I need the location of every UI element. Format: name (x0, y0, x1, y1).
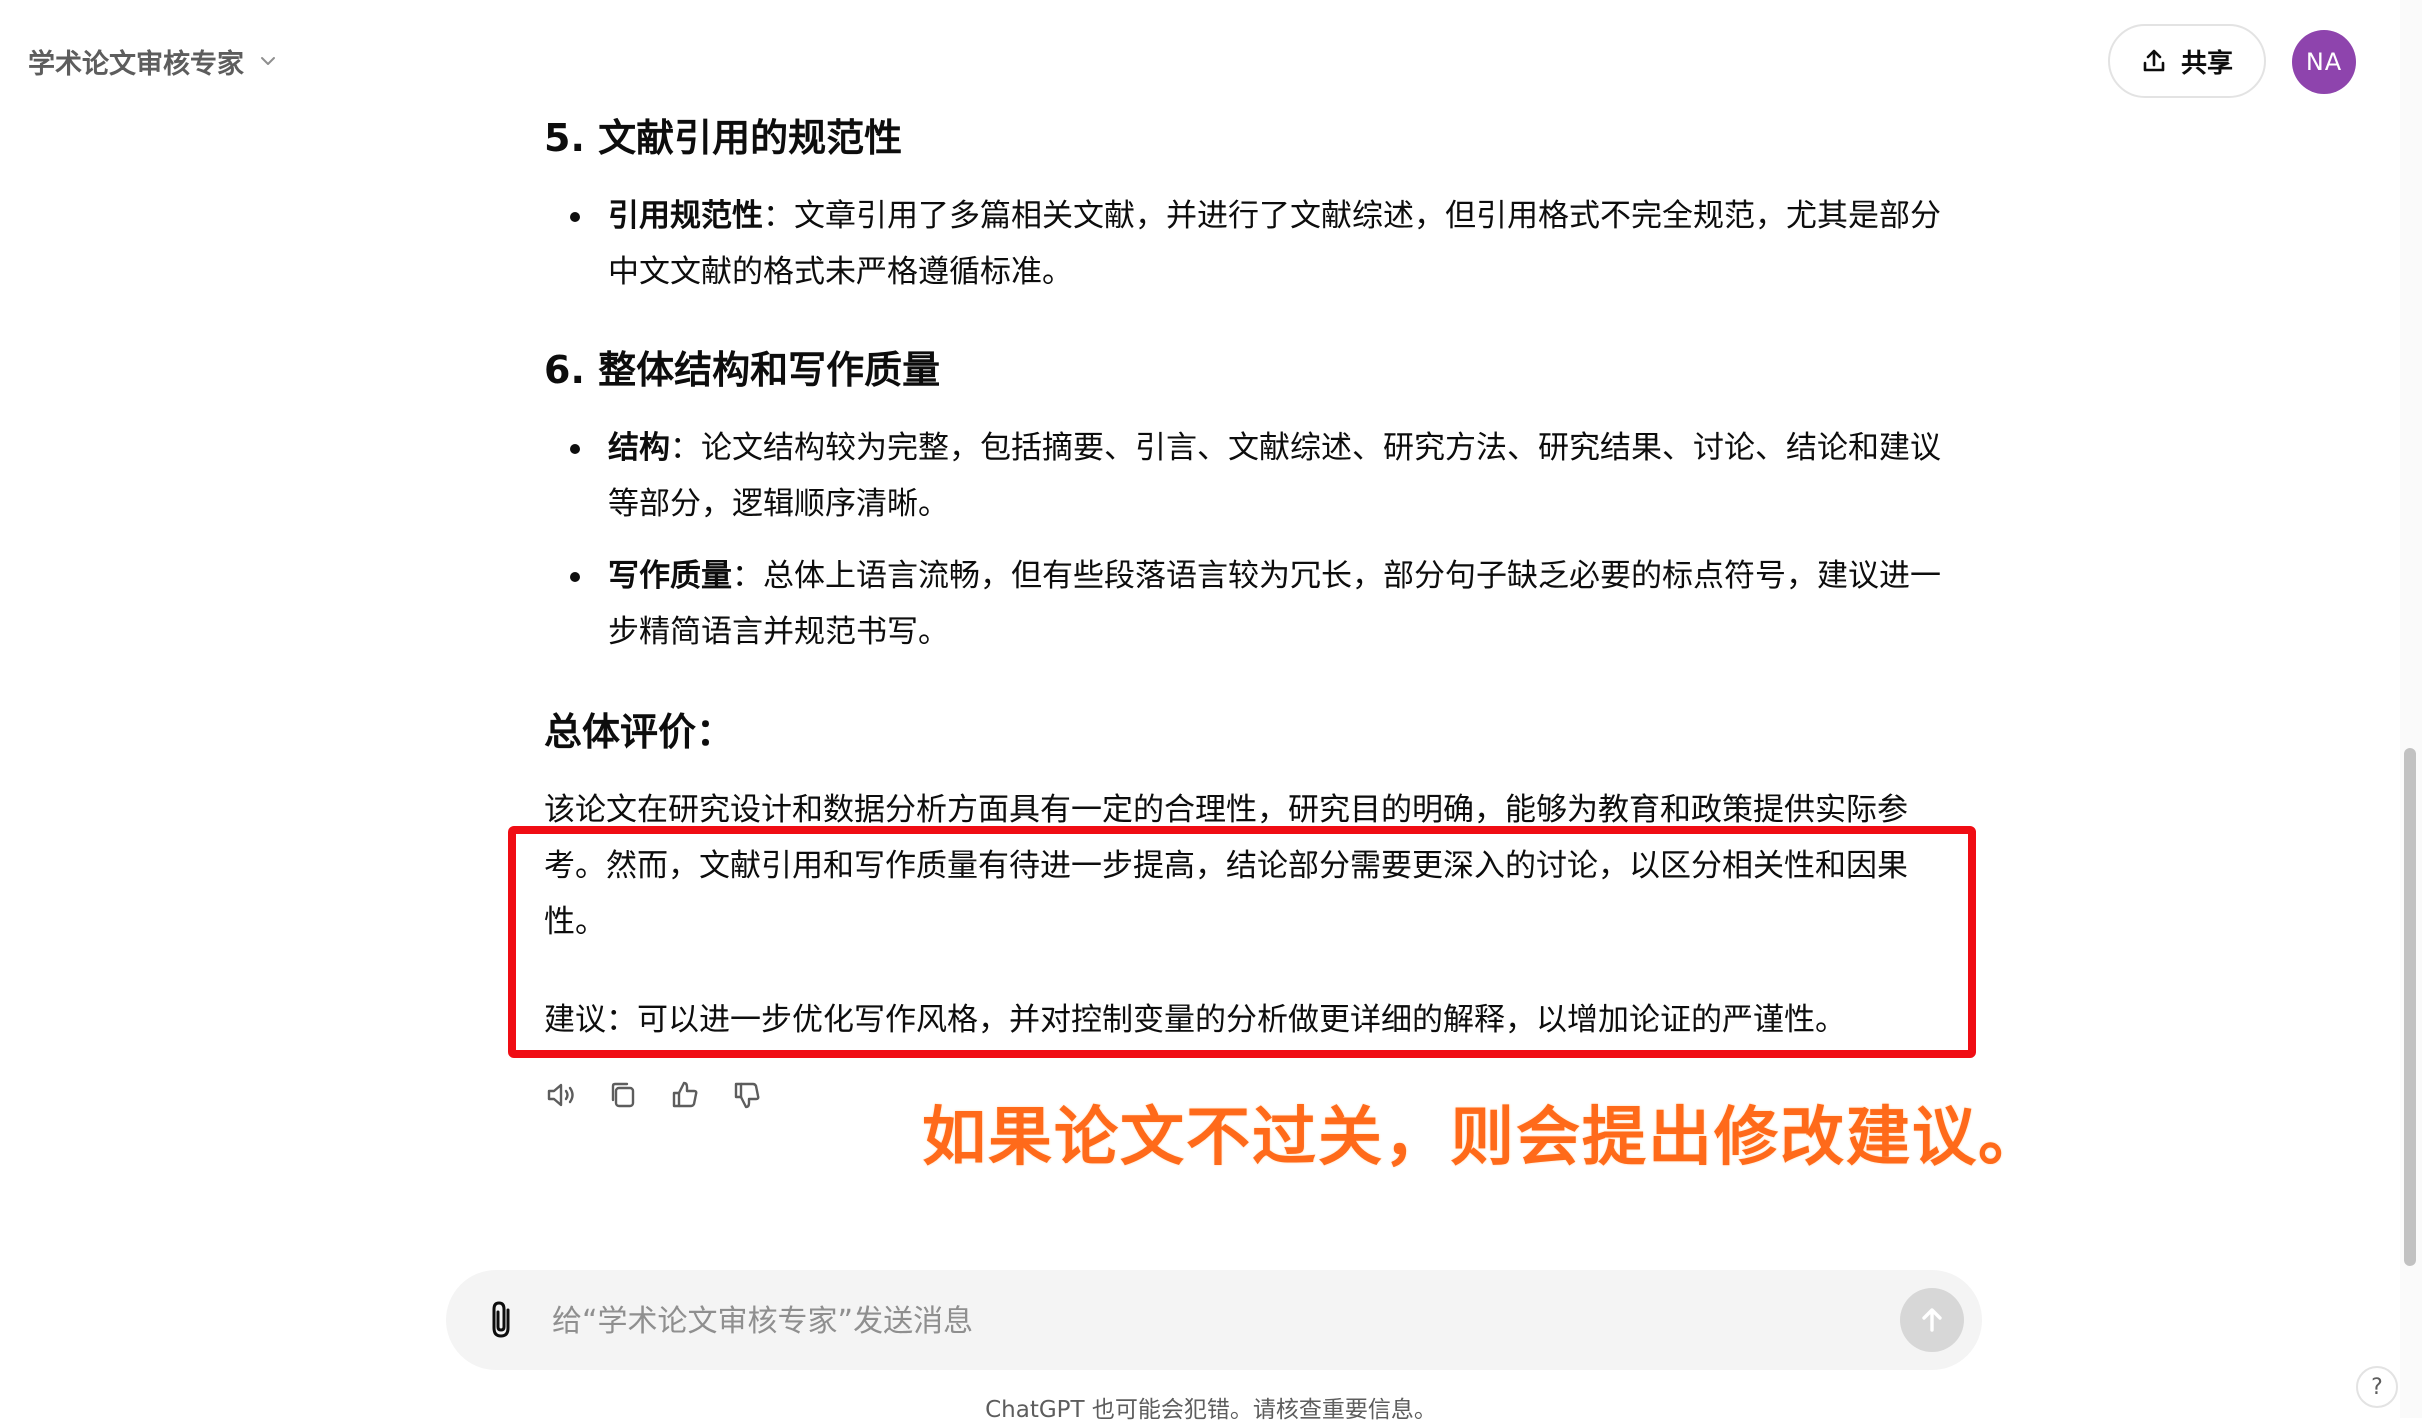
message-actions (544, 1078, 764, 1112)
list-item: 写作质量：总体上语言流畅，但有些段落语言较为冗长，部分句子缺乏必要的标点符号，建… (570, 548, 1958, 660)
scrollbar-thumb[interactable] (2404, 748, 2416, 1266)
message-composer (446, 1270, 1982, 1370)
copy-icon[interactable] (606, 1078, 640, 1112)
list-item: 引用规范性：文章引用了多篇相关文献，并进行了文献综述，但引用格式不完全规范，尤其… (570, 188, 1958, 300)
bullet-label: 结构 (608, 430, 670, 466)
annotation-caption: 如果论文不过关，则会提出修改建议。 (922, 1101, 2044, 1175)
bullet-label: 引用规范性 (608, 198, 763, 234)
thumbs-down-icon[interactable] (730, 1078, 764, 1112)
disclaimer: ChatGPT 也可能会犯错。请核查重要信息。 (985, 1397, 1437, 1423)
bullet-text: ：总体上语言流畅，但有些段落语言较为冗长，部分句子缺乏必要的标点符号，建议进一步… (608, 558, 1941, 650)
share-button[interactable]: 共享 (2108, 24, 2266, 98)
avatar[interactable]: NA (2292, 30, 2356, 94)
upload-icon (2143, 49, 2165, 72)
summary-heading: 总体评价： (544, 710, 735, 754)
share-label: 共享 (2180, 48, 2233, 79)
help-button[interactable]: ? (2356, 1366, 2398, 1408)
send-button[interactable] (1900, 1288, 1964, 1352)
list-item: 结构：论文结构较为完整，包括摘要、引言、文献综述、研究方法、研究结果、讨论、结论… (570, 420, 1958, 532)
section-heading: 6. 整体结构和写作质量 (544, 348, 941, 392)
chevron-down-icon (261, 57, 275, 65)
message-input[interactable] (550, 1296, 1794, 1346)
bullet-text: ：文章引用了多篇相关文献，并进行了文献综述，但引用格式不完全规范，尤其是部分中文… (608, 198, 1941, 290)
speaker-icon[interactable] (544, 1078, 578, 1112)
arrow-up-icon (1922, 1308, 1942, 1332)
bullet-label: 写作质量 (608, 558, 732, 594)
annotation-highlight-box (508, 826, 1976, 1058)
gpt-selector[interactable]: 学术论文审核专家 (28, 38, 276, 84)
section-heading: 5. 文献引用的规范性 (544, 116, 903, 160)
bullet-text: ：论文结构较为完整，包括摘要、引言、文献综述、研究方法、研究结果、讨论、结论和建… (608, 430, 1941, 522)
gpt-name: 学术论文审核专家 (28, 48, 244, 80)
paperclip-icon[interactable] (482, 1298, 522, 1342)
thumbs-up-icon[interactable] (668, 1078, 702, 1112)
